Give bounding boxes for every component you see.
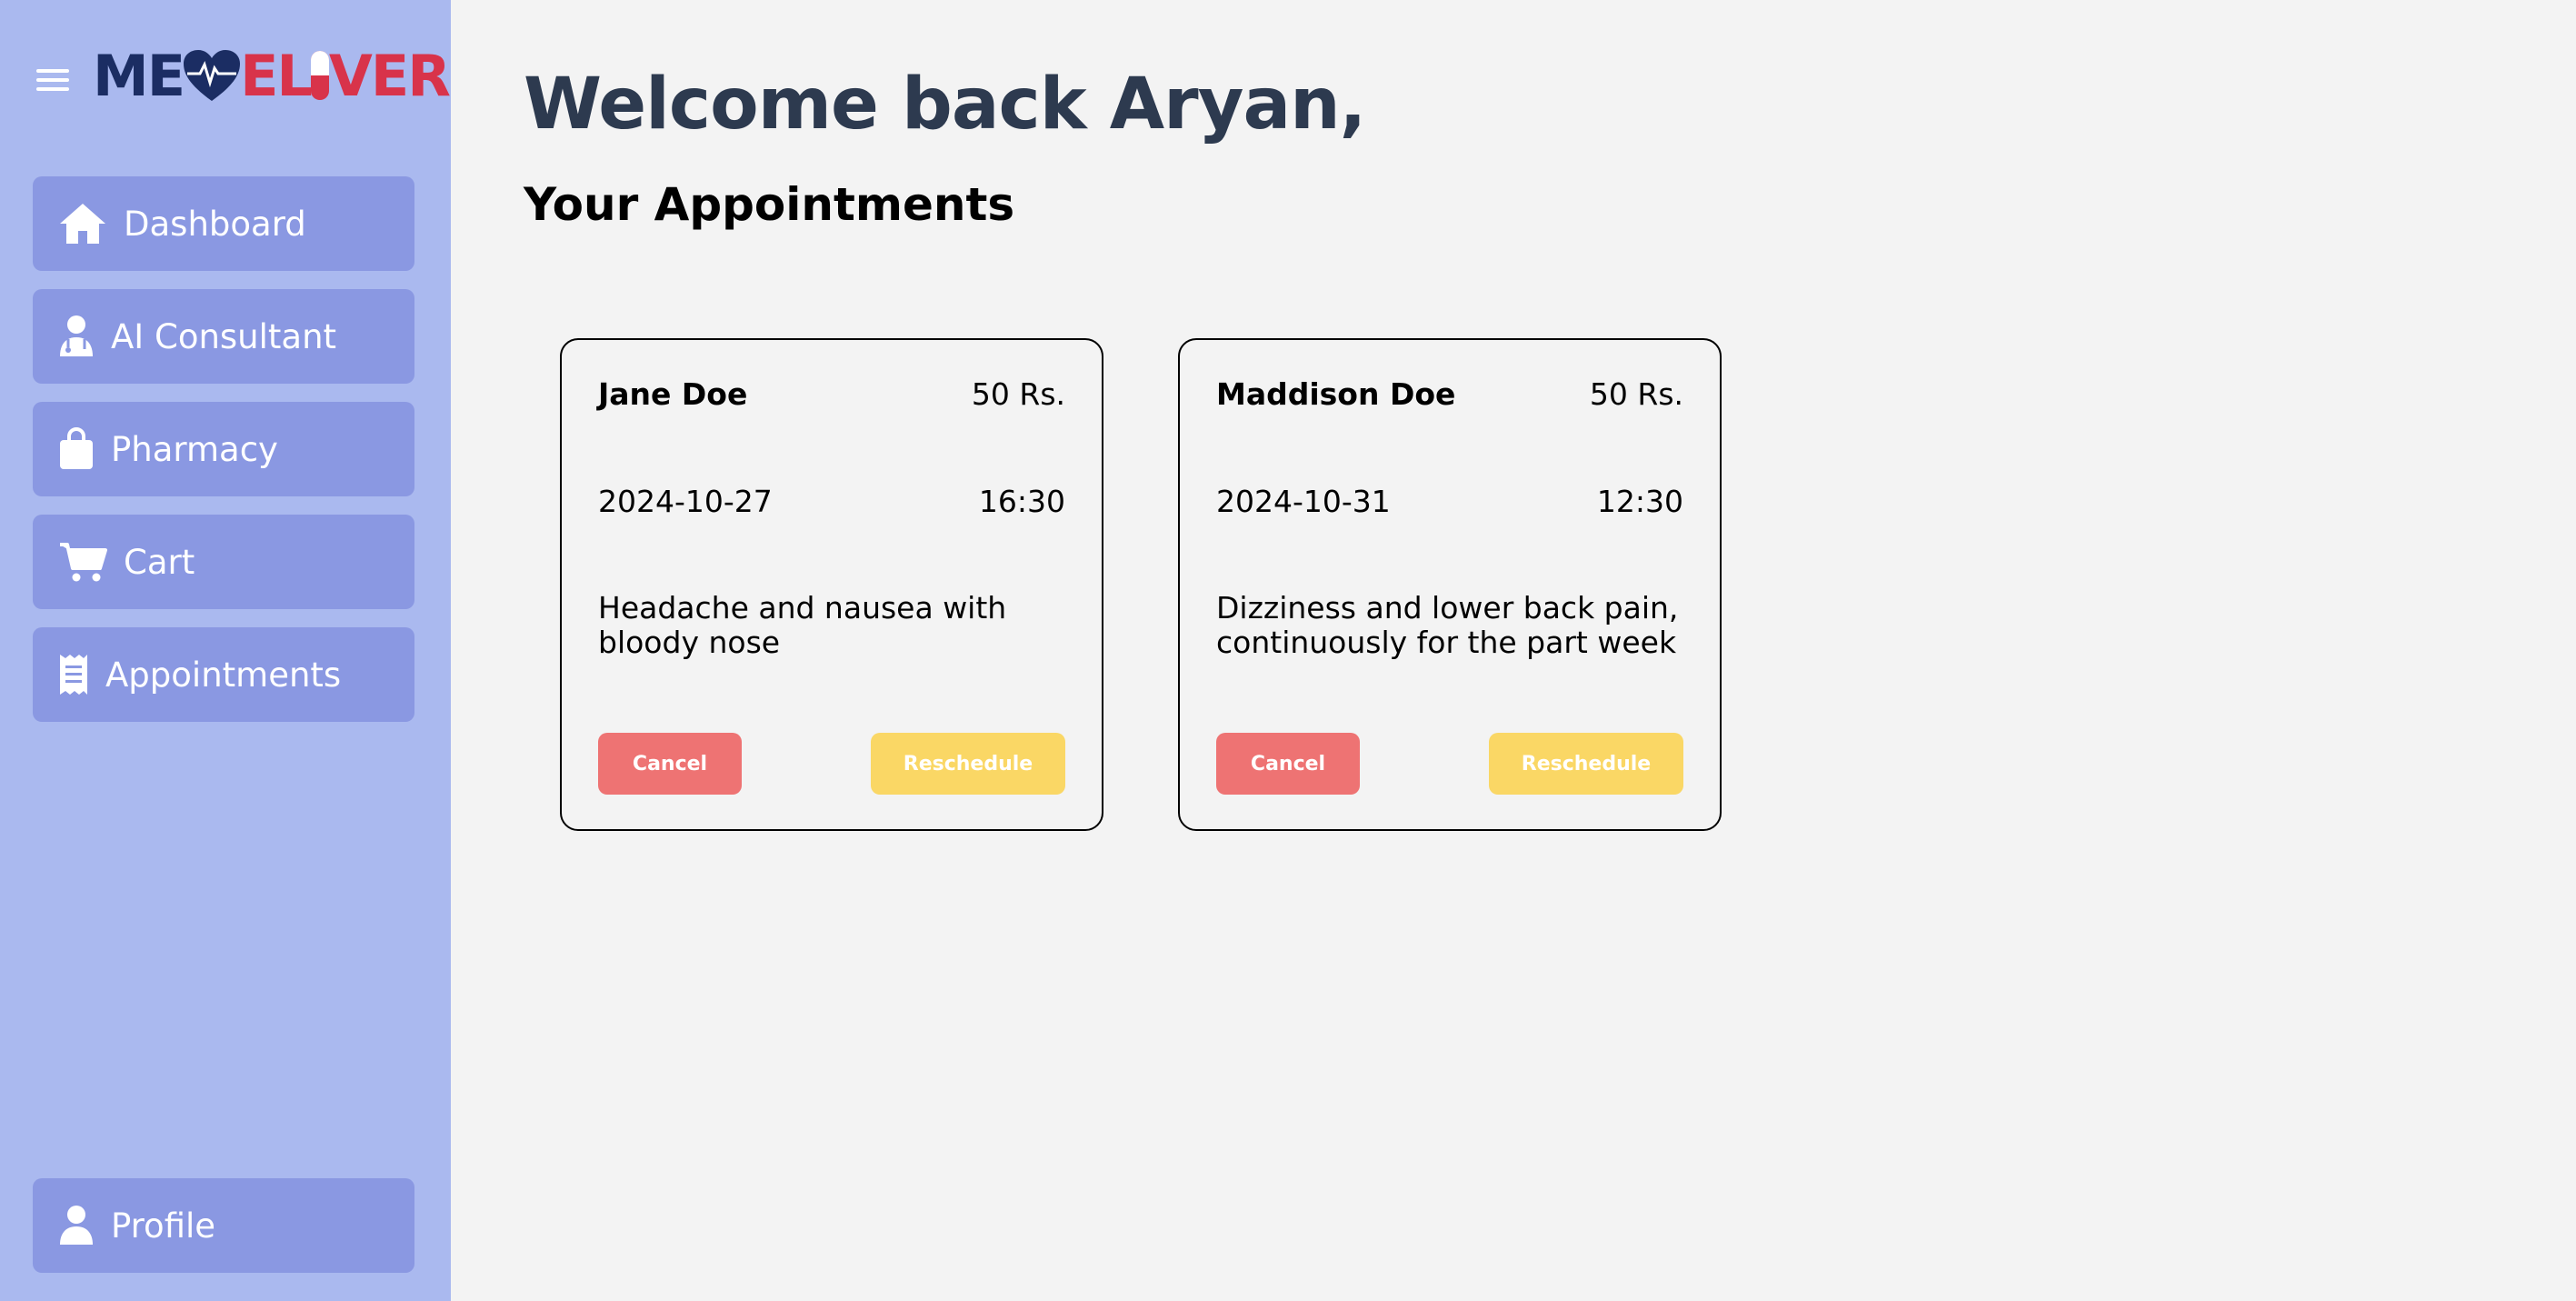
appointment-time: 16:30 (978, 484, 1065, 519)
doctor-icon (60, 315, 93, 356)
capsule-icon (310, 51, 329, 100)
logo-text-me: ME (93, 42, 185, 109)
sidebar-item-ai-consultant[interactable]: AI Consultant (33, 289, 414, 384)
appointment-date: 2024-10-27 (598, 484, 773, 519)
cart-icon (60, 543, 107, 582)
sidebar: ME EL VER Dashboard AI Consultant Pharma… (0, 0, 451, 1301)
sidebar-item-appointments[interactable]: Appointments (33, 627, 414, 722)
appointment-card: Maddison Doe 50 Rs. 2024-10-31 12:30 Diz… (1178, 338, 1722, 831)
reschedule-button[interactable]: Reschedule (871, 733, 1065, 795)
heart-pulse-icon (184, 50, 241, 101)
receipt-icon (60, 655, 87, 695)
appointment-description: Dizziness and lower back pain, continuou… (1216, 590, 1679, 660)
section-title: Your Appointments (524, 178, 1015, 231)
sidebar-item-label: Dashboard (124, 204, 306, 244)
app-logo[interactable]: ME EL VER (93, 43, 451, 109)
logo-text-ver: VER (328, 42, 451, 109)
sidebar-item-label: Pharmacy (111, 429, 278, 469)
appointment-price: 50 Rs. (1589, 376, 1683, 412)
sidebar-item-label: Appointments (105, 655, 342, 695)
shopping-bag-icon (60, 427, 93, 469)
appointment-date: 2024-10-31 (1216, 484, 1391, 519)
cancel-button[interactable]: Cancel (1216, 733, 1360, 795)
sidebar-item-label: Profile (111, 1206, 216, 1246)
logo-text-el: EL (240, 42, 313, 109)
appointment-card: Jane Doe 50 Rs. 2024-10-27 16:30 Headach… (560, 338, 1103, 831)
page-title: Welcome back Aryan, (524, 64, 1366, 145)
doctor-name: Maddison Doe (1216, 376, 1456, 412)
reschedule-button[interactable]: Reschedule (1489, 733, 1683, 795)
sidebar-item-label: Cart (124, 542, 195, 582)
hamburger-menu-icon[interactable] (36, 69, 69, 93)
sidebar-item-dashboard[interactable]: Dashboard (33, 176, 414, 271)
sidebar-item-pharmacy[interactable]: Pharmacy (33, 402, 414, 496)
user-icon (60, 1206, 93, 1245)
sidebar-item-cart[interactable]: Cart (33, 515, 414, 609)
appointment-description: Headache and nausea with bloody nose (598, 590, 1007, 660)
appointment-price: 50 Rs. (971, 376, 1065, 412)
home-icon (60, 204, 105, 244)
sidebar-item-profile[interactable]: Profile (33, 1178, 414, 1273)
doctor-name: Jane Doe (598, 376, 748, 412)
cancel-button[interactable]: Cancel (598, 733, 742, 795)
appointment-time: 12:30 (1596, 484, 1683, 519)
sidebar-item-label: AI Consultant (111, 316, 337, 356)
